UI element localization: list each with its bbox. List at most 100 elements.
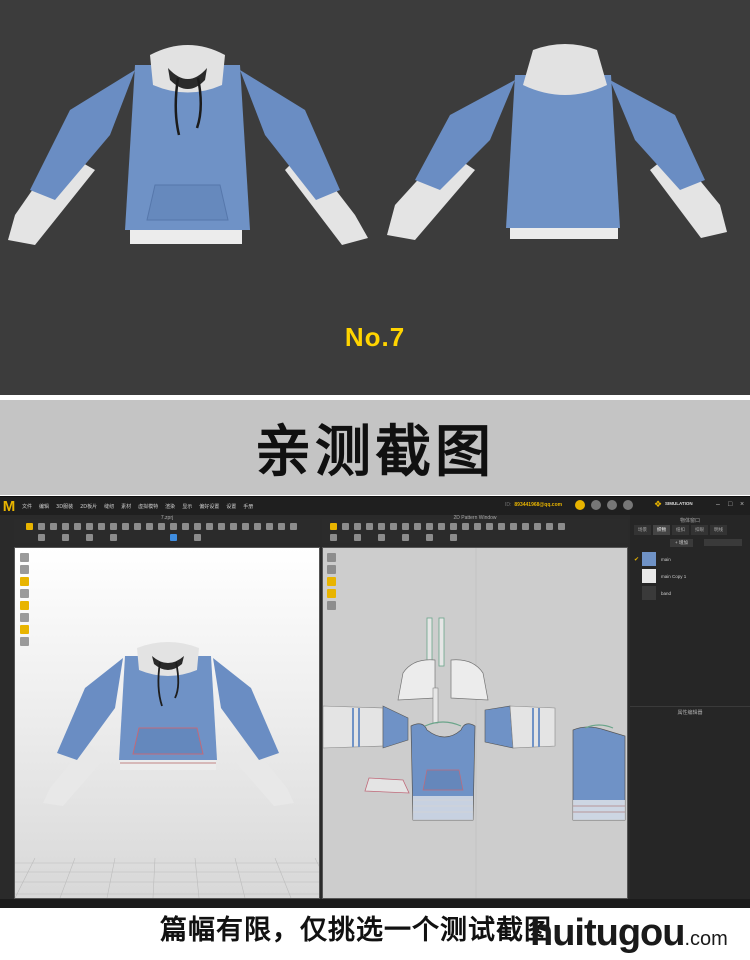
texture-edit-icon[interactable] bbox=[522, 523, 529, 530]
rectangle-icon[interactable] bbox=[390, 523, 397, 530]
avatar-visibility-icon[interactable] bbox=[20, 565, 29, 574]
tab-topstitch[interactable]: 明线 bbox=[710, 525, 727, 535]
pattern-select-icon[interactable] bbox=[327, 553, 336, 562]
simulation-label[interactable]: SIMULATION bbox=[665, 501, 693, 506]
garment-visibility-icon[interactable] bbox=[20, 577, 29, 586]
menu-sewing[interactable]: 缝纫 bbox=[104, 503, 114, 510]
fabric-item-band[interactable]: band bbox=[634, 585, 744, 601]
menu-preferences[interactable]: 偏好设置 bbox=[199, 503, 219, 510]
info-icon[interactable] bbox=[623, 500, 633, 510]
fabric-item-main[interactable]: ✔ main bbox=[634, 551, 744, 567]
tape-tool-icon[interactable] bbox=[194, 523, 201, 530]
avatar-tool-icon[interactable] bbox=[38, 534, 45, 541]
viewport-3d[interactable] bbox=[14, 547, 320, 899]
annotation-icon[interactable] bbox=[558, 523, 565, 530]
menu-settings[interactable]: 设置 bbox=[226, 503, 236, 510]
transform-tool-icon[interactable] bbox=[50, 523, 57, 530]
menu-avatar[interactable]: 虚拟模特 bbox=[138, 503, 158, 510]
seam-allowance-icon[interactable] bbox=[438, 523, 445, 530]
tab-fabric[interactable]: 织物 bbox=[653, 525, 670, 535]
pen-tool-icon[interactable] bbox=[206, 523, 213, 530]
snapshot-icon[interactable] bbox=[20, 637, 29, 646]
menu-display[interactable]: 显示 bbox=[182, 503, 192, 510]
texture-tool-icon[interactable] bbox=[170, 523, 177, 530]
menu-render[interactable]: 渲染 bbox=[165, 503, 175, 510]
topstitch-icon[interactable] bbox=[486, 523, 493, 530]
edit-pattern-icon[interactable] bbox=[330, 523, 337, 530]
tab-buttonhole[interactable]: 扣眼 bbox=[691, 525, 708, 535]
tab-button[interactable]: 纽扣 bbox=[672, 525, 689, 535]
minimize-icon[interactable]: – bbox=[716, 501, 720, 509]
viewport-2d-pattern[interactable] bbox=[322, 547, 628, 899]
stitch-tool-icon[interactable] bbox=[254, 523, 261, 530]
monitor-icon[interactable] bbox=[591, 500, 601, 510]
zoom-icon[interactable] bbox=[330, 534, 337, 541]
light-icon[interactable] bbox=[20, 625, 29, 634]
pattern-snap-icon[interactable] bbox=[327, 601, 336, 610]
fold-tool-icon[interactable] bbox=[74, 523, 81, 530]
select-tool-icon[interactable] bbox=[26, 523, 33, 530]
close-icon[interactable]: × bbox=[740, 501, 744, 509]
circle-icon[interactable] bbox=[402, 523, 409, 530]
trim-tool-icon[interactable] bbox=[278, 523, 285, 530]
pattern-light-icon[interactable] bbox=[327, 589, 336, 598]
layer-tool-icon[interactable] bbox=[110, 534, 117, 541]
symmetric-icon[interactable] bbox=[402, 534, 409, 541]
check-sewing-icon[interactable] bbox=[474, 523, 481, 530]
menu-file[interactable]: 文件 bbox=[22, 503, 32, 510]
add-point-icon[interactable] bbox=[366, 523, 373, 530]
fabric-options-button[interactable] bbox=[704, 539, 742, 546]
sewing-tool-icon[interactable] bbox=[266, 523, 273, 530]
fill-icon[interactable] bbox=[450, 534, 457, 541]
fabric-item-main-copy[interactable]: main Copy 1 bbox=[634, 568, 744, 584]
grain-line-icon[interactable] bbox=[546, 523, 553, 530]
graphic-edit-icon[interactable] bbox=[534, 523, 541, 530]
simulation-icon[interactable]: ❖ bbox=[654, 500, 662, 509]
maximize-icon[interactable]: □ bbox=[728, 501, 732, 509]
steam-tool-icon[interactable] bbox=[110, 523, 117, 530]
size-tool-icon[interactable] bbox=[86, 534, 93, 541]
brush-tool-icon[interactable] bbox=[218, 523, 225, 530]
menu-3d-garment[interactable]: 3D服装 bbox=[56, 503, 73, 510]
cloud-icon[interactable] bbox=[575, 500, 585, 510]
stretch-tool-icon[interactable] bbox=[122, 523, 129, 530]
pucker-icon[interactable] bbox=[498, 523, 505, 530]
edit-point-icon[interactable] bbox=[342, 523, 349, 530]
arrange-tool-icon[interactable] bbox=[242, 523, 249, 530]
measure-2d-icon[interactable] bbox=[378, 534, 385, 541]
measure-tool-icon[interactable] bbox=[98, 523, 105, 530]
wireframe-icon[interactable] bbox=[20, 589, 29, 598]
menu-2d-pattern[interactable]: 2D板片 bbox=[80, 503, 97, 510]
free-sewing-icon[interactable] bbox=[462, 523, 469, 530]
pan-icon[interactable] bbox=[354, 534, 361, 541]
view-mode-icon[interactable] bbox=[20, 553, 29, 562]
fold-arrange-icon[interactable] bbox=[510, 523, 517, 530]
menu-materials[interactable]: 素材 bbox=[121, 503, 131, 510]
strain-map-icon[interactable] bbox=[20, 601, 29, 610]
dart-icon[interactable] bbox=[426, 523, 433, 530]
pin-tool-icon[interactable] bbox=[62, 523, 69, 530]
offset-icon[interactable] bbox=[426, 534, 433, 541]
edit-curve-icon[interactable] bbox=[354, 523, 361, 530]
pattern-texture-icon[interactable] bbox=[327, 577, 336, 586]
fabric-tool-icon[interactable] bbox=[158, 523, 165, 530]
graphic-tool-icon[interactable] bbox=[182, 523, 189, 530]
pattern-view-icon[interactable] bbox=[327, 565, 336, 574]
edit-tool-icon[interactable] bbox=[290, 523, 297, 530]
seam-tool-icon[interactable] bbox=[230, 523, 237, 530]
camera-view-icon[interactable] bbox=[20, 613, 29, 622]
menu-edit[interactable]: 编辑 bbox=[39, 503, 49, 510]
add-fabric-button[interactable]: + 增加 bbox=[670, 539, 693, 547]
pose-tool-icon[interactable] bbox=[62, 534, 69, 541]
menu-manual[interactable]: 手册 bbox=[243, 503, 253, 510]
render-tool-icon[interactable] bbox=[170, 534, 177, 541]
tack-tool-icon[interactable] bbox=[86, 523, 93, 530]
internal-line-icon[interactable] bbox=[414, 523, 421, 530]
button-tool-icon[interactable] bbox=[134, 523, 141, 530]
zipper-tool-icon[interactable] bbox=[146, 523, 153, 530]
polygon-icon[interactable] bbox=[378, 523, 385, 530]
avatar-icon[interactable] bbox=[607, 500, 617, 510]
move-tool-icon[interactable] bbox=[38, 523, 45, 530]
camera-tool-icon[interactable] bbox=[194, 534, 201, 541]
tab-scene[interactable]: 场景 bbox=[634, 525, 651, 535]
